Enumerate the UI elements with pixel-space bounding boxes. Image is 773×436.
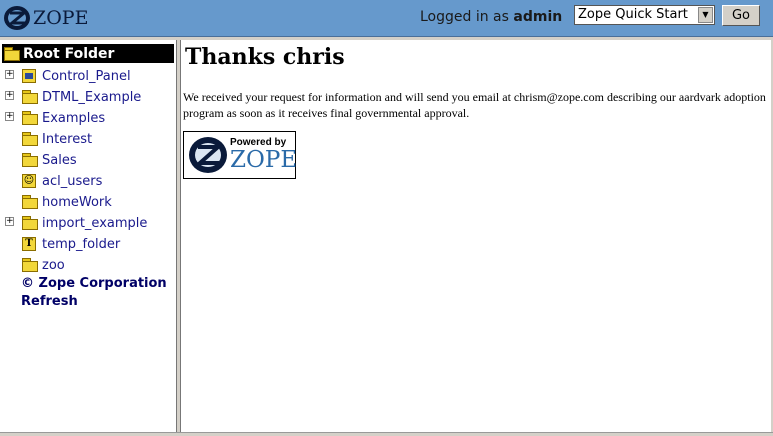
logged-in-status: Logged in as admin <box>420 9 562 25</box>
logged-in-prefix: Logged in as <box>420 9 509 25</box>
folder-icon <box>4 47 20 61</box>
tree-item-label[interactable]: homeWork <box>42 195 112 210</box>
quick-start-value: Zope Quick Start <box>578 7 688 22</box>
folder-icon <box>22 195 38 209</box>
tree-item-examples[interactable]: + Examples <box>0 109 176 129</box>
folder-icon <box>22 111 38 125</box>
tree-item-label[interactable]: Interest <box>42 132 92 147</box>
tree-item-sales[interactable]: Sales <box>0 151 176 171</box>
tree-item-zoo[interactable]: zoo <box>0 256 176 276</box>
tree-item-acl-users[interactable]: ☺ acl_users <box>0 172 176 192</box>
root-folder-item[interactable]: Root Folder <box>2 44 174 63</box>
main-content-pane: Thanks chris We received your request fo… <box>181 40 771 432</box>
zope-badge-logo-icon <box>189 137 227 173</box>
quick-start-select[interactable]: Zope Quick Start ▼ <box>574 5 715 25</box>
expand-icon[interactable]: + <box>5 70 14 79</box>
go-button[interactable]: Go <box>722 5 760 26</box>
powered-by-zope-badge[interactable]: Powered by ZOPE <box>183 131 298 179</box>
root-folder-label: Root Folder <box>23 46 115 62</box>
tree-item-label[interactable]: zoo <box>42 258 65 273</box>
expand-icon[interactable]: + <box>5 91 14 100</box>
refresh-link[interactable]: Refresh <box>21 294 78 309</box>
username: admin <box>513 9 563 25</box>
tree-item-interest[interactable]: Interest <box>0 130 176 150</box>
tree-item-label[interactable]: Control_Panel <box>42 69 131 84</box>
tree-item-label[interactable]: Examples <box>42 111 105 126</box>
badge-zope-text: ZOPE <box>230 147 298 173</box>
tree-item-label[interactable]: acl_users <box>42 174 102 189</box>
folder-icon <box>22 153 38 167</box>
copyright-link[interactable]: © Zope Corporation <box>21 276 167 291</box>
expand-icon[interactable]: + <box>5 112 14 121</box>
tree-item-label[interactable]: import_example <box>42 216 147 231</box>
tree-item-homework[interactable]: homeWork <box>0 193 176 213</box>
folder-icon <box>22 258 38 272</box>
tree-item-label[interactable]: temp_folder <box>42 237 120 252</box>
user-folder-icon: ☺ <box>22 174 36 188</box>
page-title: Thanks chris <box>185 44 345 70</box>
tree-item-label[interactable]: Sales <box>42 153 77 168</box>
control-panel-icon <box>22 69 36 83</box>
logo-text: ZOPE <box>33 7 89 29</box>
folder-icon <box>22 216 38 230</box>
tree-item-dtml-example[interactable]: + DTML_Example <box>0 88 176 108</box>
top-bar: ZOPE Logged in as admin Zope Quick Start… <box>0 0 773 37</box>
navigation-tree-pane: Root Folder + Control_Panel + DTML_Examp… <box>0 40 177 432</box>
temp-folder-icon: T <box>22 237 36 251</box>
confirmation-message: We received your request for information… <box>183 90 766 120</box>
tree-item-temp-folder[interactable]: T temp_folder <box>0 235 176 255</box>
expand-icon[interactable]: + <box>5 217 14 226</box>
tree-item-control-panel[interactable]: + Control_Panel <box>0 67 176 87</box>
status-bar <box>0 432 773 436</box>
tree-item-label[interactable]: DTML_Example <box>42 90 141 105</box>
folder-icon <box>22 90 38 104</box>
folder-icon <box>22 132 38 146</box>
tree-item-import-example[interactable]: + import_example <box>0 214 176 234</box>
dropdown-arrow-icon[interactable]: ▼ <box>698 7 713 23</box>
